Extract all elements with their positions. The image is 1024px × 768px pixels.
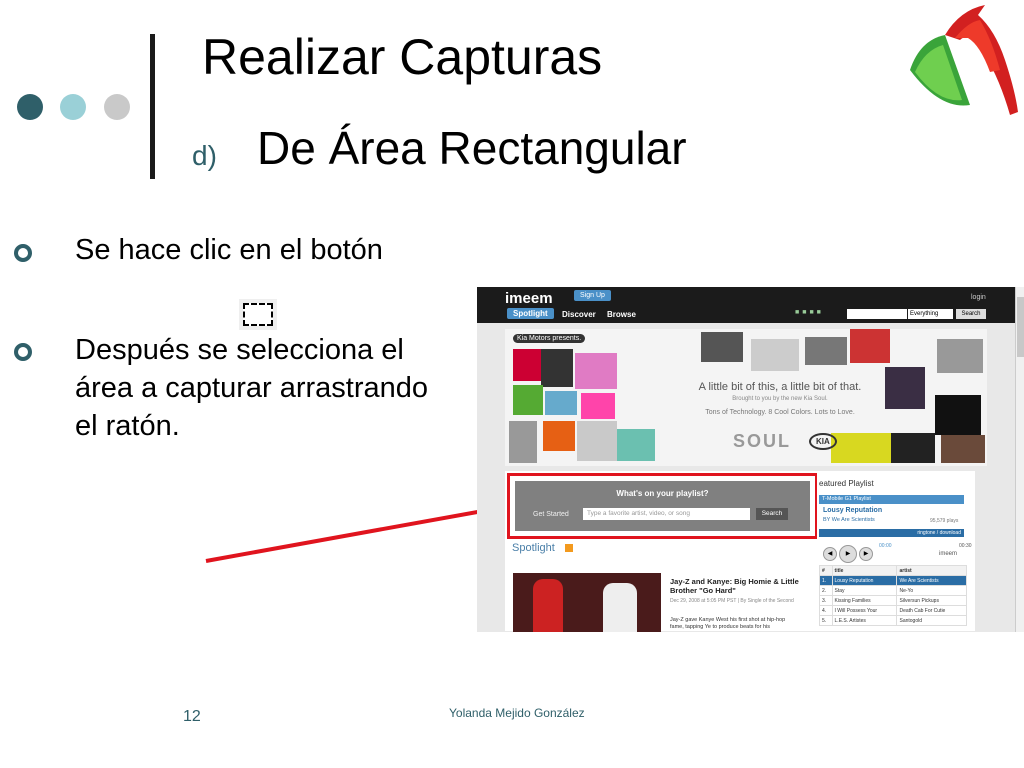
play-count: 95,579 plays xyxy=(930,518,959,524)
decor-dot-light xyxy=(60,94,86,120)
playlist-question: What's on your playlist? xyxy=(616,489,709,498)
ringtone-download-links: ringtone / download xyxy=(819,529,964,537)
decor-dot-gray xyxy=(104,94,130,120)
playlist-search-button: Search xyxy=(756,508,788,520)
table-row: 4. I Will Possess Your Death Cab For Cutie xyxy=(819,605,967,616)
table-row: 3. Kissing Families Silversun Pickups xyxy=(819,595,967,606)
playlist-table: # title artist 1. Lousy Reputation We Are … xyxy=(819,565,967,626)
article-photo xyxy=(513,573,661,632)
featured-playlist-panel: eatured Playlist T-Mobile G1 Playlist Lo… xyxy=(817,471,975,631)
current-artist: BY We Are Scientists xyxy=(823,517,875,523)
time-elapsed: 00:00 xyxy=(879,543,892,549)
red-arrow-icon xyxy=(205,500,515,563)
title-divider xyxy=(150,34,155,179)
subtitle-marker: d) xyxy=(192,140,217,171)
current-song: Lousy Reputation xyxy=(823,507,883,514)
banner-line-3: Tons of Technology. 8 Cool Colors. Lots … xyxy=(705,409,855,416)
play-icon: ▶ xyxy=(839,545,857,563)
site-brand: imeem xyxy=(505,290,553,307)
site-topbar: imeem Sign Up login Spotlight Discover B… xyxy=(477,287,1015,323)
player-brand: imeem xyxy=(939,551,958,557)
playlist-search-input: Type a favorite artist, video, or song xyxy=(583,508,750,520)
banner-line-2: Brought to you by the new Kia Soul. xyxy=(732,396,828,402)
playlist-search-box: What's on your playlist? Get Started Typ… xyxy=(515,481,810,531)
next-icon: ▶ xyxy=(859,547,873,561)
table-row: 2. Stay Ne-Yo xyxy=(819,585,967,596)
website-screenshot: imeem Sign Up login Spotlight Discover B… xyxy=(477,287,1024,632)
rss-icon xyxy=(565,544,573,552)
playlist-name: T-Mobile G1 Playlist xyxy=(819,495,964,504)
nav-spotlight: Spotlight xyxy=(507,308,554,319)
table-row: 1. Lousy Reputation We Are Scientists xyxy=(819,575,967,586)
scrollbar-thumb xyxy=(1017,297,1024,357)
slide-title: Realizar Capturas xyxy=(202,29,603,85)
toolbar-icons: ■■■■ xyxy=(795,309,824,316)
spotlight-heading: Spotlight xyxy=(512,542,555,554)
get-started-label: Get Started xyxy=(533,511,569,518)
nav-browse: Browse xyxy=(607,310,636,319)
selected-capture-area: What's on your playlist? Get Started Typ… xyxy=(507,473,818,539)
bullet-text-1: Se hace clic en el botón xyxy=(75,234,383,266)
article-meta: Dec 29, 2008 at 5:05 PM PST | By Single … xyxy=(670,598,794,604)
article-body: Jay-Z gave Kanye West his first shot at … xyxy=(670,617,786,630)
banner-presenter: Kia Motors presents. xyxy=(513,334,586,343)
decor-dot-dark xyxy=(17,94,43,120)
featured-heading: eatured Playlist xyxy=(819,479,874,488)
footer-author: Yolanda Mejido González xyxy=(449,706,585,720)
bullet-icon xyxy=(14,343,32,361)
banner-kia-logo: KIA xyxy=(809,433,837,450)
site-search-select: Everything xyxy=(908,309,953,319)
time-total: 00:30 xyxy=(959,543,972,549)
col-artist: artist xyxy=(896,565,967,576)
nav-discover: Discover xyxy=(562,310,596,319)
col-title: title xyxy=(831,565,898,576)
app-logo-icon xyxy=(910,5,1018,115)
site-search-input xyxy=(847,309,907,319)
banner-soul-logo: SOUL xyxy=(733,431,792,451)
page-number: 12 xyxy=(183,708,201,725)
banner-tagline: A little bit of this, a little bit of th… xyxy=(698,381,862,393)
article-title: Jay-Z and Kanye: Big Homie & Little Brot… xyxy=(670,577,799,595)
signup-button: Sign Up xyxy=(574,290,611,301)
bullet-text-2: Después se selecciona el área a capturar… xyxy=(75,334,429,442)
slide-subtitle: De Área Rectangular xyxy=(257,122,687,174)
col-number: # xyxy=(819,565,833,576)
kia-banner: Kia Motors presents. A little bit of thi… xyxy=(505,329,987,466)
login-link: login xyxy=(971,294,986,301)
site-search-button: Search xyxy=(956,309,986,319)
screenshot-scrollbar xyxy=(1015,287,1024,632)
rectangle-capture-button-icon xyxy=(239,299,277,330)
bullet-icon xyxy=(14,244,32,262)
table-row: 5. L.E.S. Artistes Santogold xyxy=(819,615,967,626)
prev-icon: ◀ xyxy=(823,547,837,561)
